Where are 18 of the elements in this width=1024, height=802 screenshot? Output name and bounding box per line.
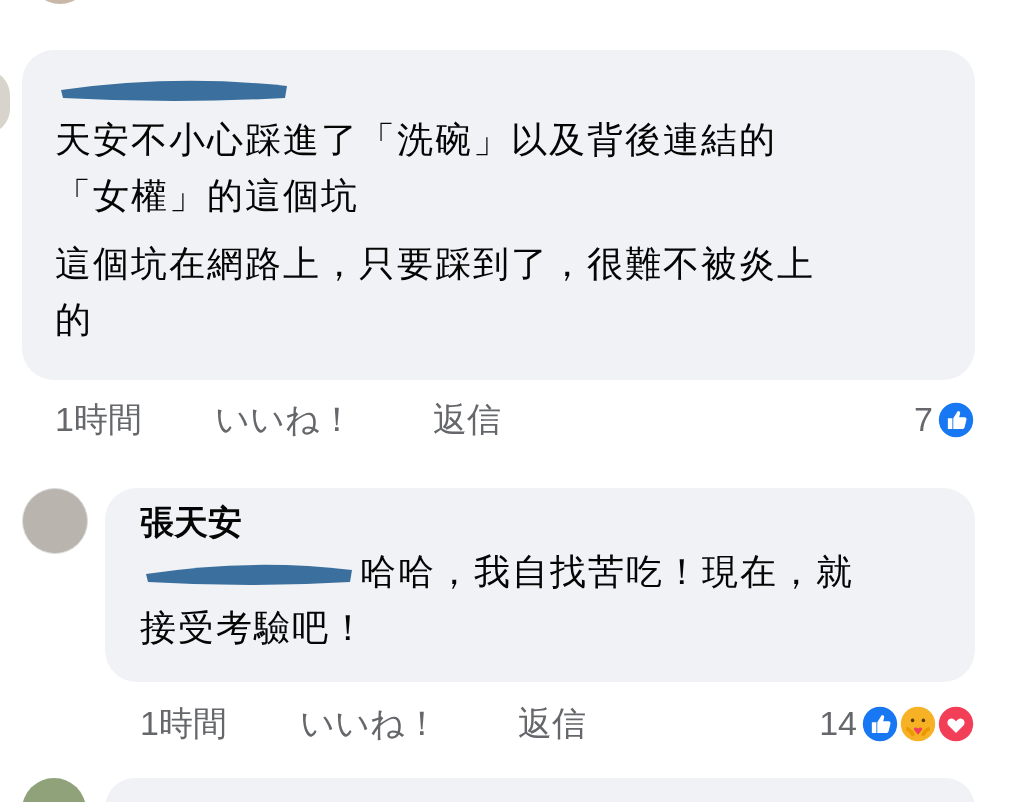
reaction-count: 14: [819, 703, 857, 744]
like-link[interactable]: いいね！: [300, 698, 518, 749]
thumbs-up-icon[interactable]: [861, 704, 899, 743]
hugging-face-icon[interactable]: [899, 704, 937, 743]
timestamp[interactable]: 1時間: [140, 698, 300, 749]
reply-link[interactable]: 返信: [518, 698, 586, 749]
comment-text: 哈哈，我自找苦吃！現在，就: [360, 550, 854, 594]
like-link[interactable]: いいね！: [215, 394, 433, 445]
reply-link[interactable]: 返信: [433, 394, 501, 445]
comment-text: 接受考驗吧！: [140, 606, 368, 650]
comment-text: 的: [55, 298, 93, 342]
timestamp[interactable]: 1時間: [55, 394, 215, 445]
comment-text: 這個坑在網路上，只要踩到了，很難不被炎上: [55, 242, 815, 286]
comment-text: 天安不小心踩進了「洗碗」以及背後連結的: [55, 118, 777, 162]
comment-text: 「女權」的這個坑: [55, 174, 359, 218]
commenter-name[interactable]: 張天安: [140, 500, 940, 544]
reaction-count: 7: [914, 399, 933, 440]
thumbs-up-icon[interactable]: [937, 400, 975, 439]
